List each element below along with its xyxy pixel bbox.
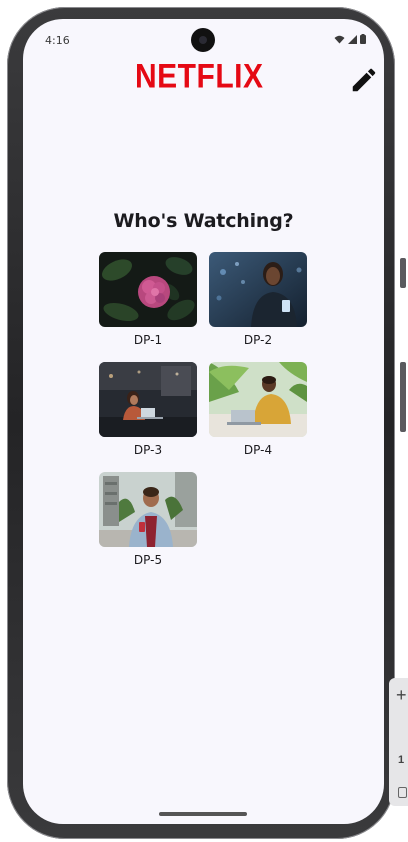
- profile-dp-4[interactable]: DP-4: [209, 362, 307, 457]
- profile-name: DP-2: [243, 333, 273, 347]
- netflix-logo: NETFLIX: [135, 57, 264, 96]
- front-camera: [191, 28, 215, 52]
- app-screen: 4:16 NETFLIX Who's Watching? DP-1 DP-2 D…: [23, 19, 384, 824]
- wifi-icon: [334, 35, 345, 43]
- page-title: Who's Watching?: [113, 210, 294, 232]
- profile-avatar: [209, 252, 307, 327]
- profile-avatar: [99, 472, 197, 547]
- power-button: [400, 258, 406, 288]
- status-bar: 4:16: [23, 19, 384, 59]
- profile-avatar: [99, 252, 197, 327]
- screenshot-icon[interactable]: [398, 787, 407, 798]
- profile-name: DP-3: [133, 443, 163, 457]
- edit-profiles-button[interactable]: [347, 63, 381, 97]
- profile-name: DP-4: [243, 443, 273, 457]
- profile-name: DP-1: [133, 333, 163, 347]
- profile-name: DP-5: [133, 553, 163, 567]
- battery-icon: [360, 34, 366, 44]
- status-icons: [334, 34, 366, 44]
- home-indicator[interactable]: [159, 812, 247, 816]
- profile-avatar: [99, 362, 197, 437]
- profile-dp-1[interactable]: DP-1: [99, 252, 197, 347]
- emulator-toolbar-text: 1: [398, 754, 405, 766]
- profile-dp-2[interactable]: DP-2: [209, 252, 307, 347]
- zoom-in-icon[interactable]: +: [396, 686, 407, 704]
- volume-button: [400, 362, 406, 432]
- status-time: 4:16: [45, 34, 70, 47]
- profile-dp-3[interactable]: DP-3: [99, 362, 197, 457]
- pencil-icon: [352, 68, 376, 92]
- profile-dp-5[interactable]: DP-5: [99, 472, 197, 567]
- profile-avatar: [209, 362, 307, 437]
- signal-icon: [348, 34, 357, 44]
